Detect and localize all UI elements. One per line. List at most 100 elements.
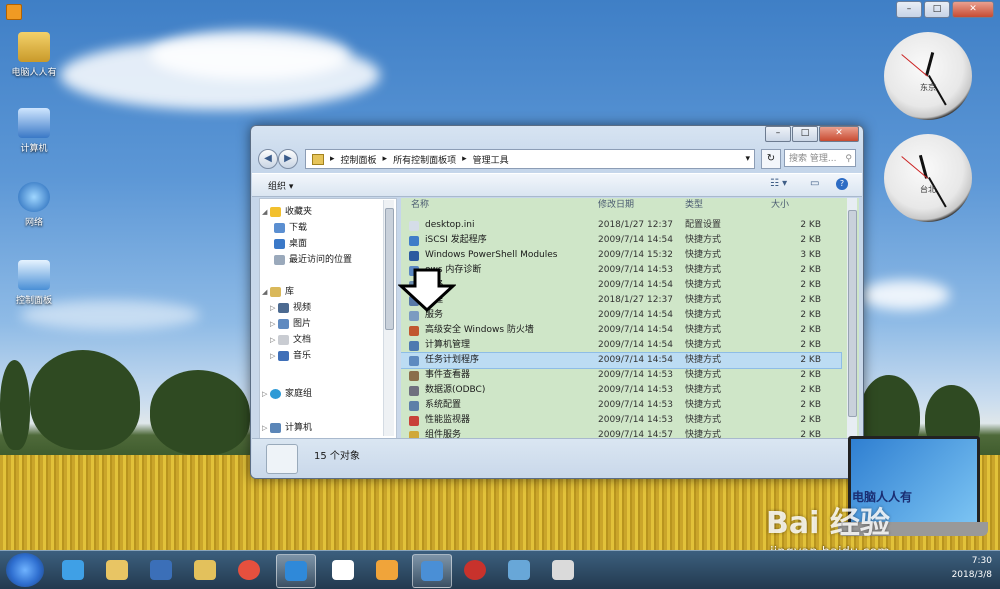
chevron-right-icon[interactable]: ▷: [270, 348, 278, 364]
remote-desktop-icon: [421, 561, 443, 581]
desktop-icon-control-panel[interactable]: 控制面板: [2, 260, 66, 306]
taskbar-button[interactable]: [54, 554, 92, 586]
desktop-icon-computer[interactable]: 计算机: [2, 108, 66, 154]
file-date: 2009/7/14 14:53: [598, 265, 673, 275]
desktop-icon-network[interactable]: 网络: [2, 182, 66, 228]
file-row[interactable]: 服务 2009/7/14 14:54 快捷方式 2 KB: [401, 308, 841, 323]
back-button[interactable]: ◀: [258, 149, 278, 169]
file-row[interactable]: 管理2018/1/27 12:37快捷方式2 KB: [401, 293, 841, 308]
file-type: 快捷方式: [685, 430, 722, 438]
scrollbar-thumb[interactable]: [385, 208, 394, 330]
taskbar-button[interactable]: [142, 554, 180, 586]
column-header-name[interactable]: 名称: [411, 198, 429, 212]
nav-item-downloads[interactable]: 下载: [274, 220, 307, 236]
organize-button[interactable]: 组织 ▾: [268, 179, 293, 192]
view-options-icon[interactable]: ☷ ▾: [770, 178, 787, 189]
file-row[interactable]: Windows PowerShell Modules 2009/7/14 15:3…: [401, 248, 841, 263]
help-icon[interactable]: ?: [836, 178, 848, 190]
chevron-right-icon[interactable]: ▷: [270, 316, 278, 332]
breadcrumb-separator: ▸: [382, 154, 388, 164]
file-type: 配置设置: [685, 220, 722, 230]
nav-item-music[interactable]: ▷ 音乐: [270, 348, 311, 364]
control-panel-icon: [18, 260, 50, 290]
taskbar-clock[interactable]: 7:30 2018/3/8: [952, 554, 992, 582]
file-icon: [409, 431, 419, 438]
chevron-right-icon[interactable]: ▷: [262, 386, 270, 402]
maximize-button[interactable]: □: [924, 1, 950, 18]
clock-gadget-tokyo[interactable]: 东京: [884, 32, 972, 120]
file-row[interactable]: 事件查看器 2009/7/14 14:53 快捷方式 2 KB: [401, 368, 841, 383]
search-input[interactable]: 搜索 管理... ⚲: [784, 149, 856, 167]
file-type: 快捷方式: [685, 355, 722, 365]
chevron-right-icon[interactable]: ▷: [270, 332, 278, 348]
minimize-button[interactable]: –: [896, 1, 922, 18]
column-header-size[interactable]: 大小: [771, 198, 789, 212]
nav-scrollbar[interactable]: [383, 200, 394, 436]
file-row[interactable]: 策略2009/7/14 14:54快捷方式2 KB: [401, 278, 841, 293]
file-icon: [409, 221, 419, 231]
chevron-down-icon[interactable]: ◢: [262, 284, 270, 300]
file-type: 快捷方式: [685, 370, 722, 380]
clock-gadget-taipei[interactable]: 台北: [884, 134, 972, 222]
file-size: 2 KB: [800, 355, 821, 365]
preview-pane-icon[interactable]: ▭: [810, 178, 819, 189]
nav-item-libraries[interactable]: ◢ 库: [262, 284, 294, 300]
file-row[interactable]: 数据源(ODBC) 2009/7/14 14:53 快捷方式 2 KB: [401, 383, 841, 398]
app-window-icon: [552, 560, 574, 580]
file-icon: [409, 251, 419, 261]
refresh-button[interactable]: ↻: [761, 149, 781, 169]
taskbar-button[interactable]: [368, 554, 406, 586]
minimize-button[interactable]: –: [765, 126, 791, 142]
chevron-down-icon[interactable]: ▾: [745, 154, 750, 164]
nav-item-pictures[interactable]: ▷ 图片: [270, 316, 311, 332]
nav-item-videos[interactable]: ▷ 视频: [270, 300, 311, 316]
chevron-down-icon[interactable]: ◢: [262, 204, 270, 220]
forward-button[interactable]: ▶: [278, 149, 298, 169]
scrollbar-thumb[interactable]: [848, 210, 857, 417]
taskbar-button[interactable]: [412, 554, 452, 588]
maximize-button[interactable]: □: [792, 126, 818, 142]
taskbar-button[interactable]: [456, 554, 494, 586]
search-icon: ⚲: [845, 154, 852, 164]
file-row[interactable]: iSCSI 发起程序 2009/7/14 14:54 快捷方式 2 KB: [401, 233, 841, 248]
chevron-right-icon[interactable]: ▷: [262, 420, 270, 436]
file-row[interactable]: ows 内存诊断 2009/7/14 14:53 快捷方式 2 KB: [401, 263, 841, 278]
column-header-date[interactable]: 修改日期: [598, 198, 634, 212]
address-bar[interactable]: ▸ 控制面板 ▸ 所有控制面板项 ▸ 管理工具 ▾: [305, 149, 755, 169]
taskbar-button[interactable]: [230, 554, 268, 586]
nav-item-recent[interactable]: 最近访问的位置: [274, 252, 352, 268]
nav-item-homegroup[interactable]: ▷ 家庭组: [262, 386, 312, 402]
nav-item-documents[interactable]: ▷ 文档: [270, 332, 311, 348]
file-row[interactable]: 组件服务 2009/7/14 14:57 快捷方式 2 KB: [401, 428, 841, 438]
taskbar-button[interactable]: [186, 554, 224, 586]
file-row[interactable]: 高级安全 Windows 防火墙 2009/7/14 14:54 快捷方式 2 KB: [401, 323, 841, 338]
file-row[interactable]: 性能监视器 2009/7/14 14:53 快捷方式 2 KB: [401, 413, 841, 428]
taskbar-button[interactable]: [544, 554, 582, 586]
file-row[interactable]: 任务计划程序 2009/7/14 14:54 快捷方式 2 KB: [401, 352, 842, 369]
start-button[interactable]: [6, 553, 44, 587]
file-date: 2009/7/14 14:53: [598, 370, 673, 380]
file-row[interactable]: 系统配置 2009/7/14 14:53 快捷方式 2 KB: [401, 398, 841, 413]
outer-window-controls: – □ ✕: [896, 1, 994, 18]
file-scrollbar[interactable]: [847, 198, 857, 438]
taskbar-button[interactable]: [276, 554, 316, 588]
file-row[interactable]: 计算机管理 2009/7/14 14:54 快捷方式 2 KB: [401, 338, 841, 353]
taskbar-button[interactable]: [324, 554, 362, 586]
taskbar-button[interactable]: [98, 554, 136, 586]
taskbar-button[interactable]: [500, 554, 538, 586]
desktop-icon-user[interactable]: 电脑人人有: [2, 32, 66, 78]
close-button[interactable]: ✕: [952, 1, 994, 18]
close-button[interactable]: ✕: [819, 126, 859, 142]
file-icon: [409, 356, 419, 366]
column-header-type[interactable]: 类型: [685, 198, 703, 212]
app-icon[interactable]: [6, 4, 22, 20]
breadcrumb-item[interactable]: 控制面板: [341, 153, 377, 166]
nav-item-computer[interactable]: ▷ 计算机: [262, 420, 312, 436]
hour-hand: [925, 52, 935, 76]
nav-item-desktop[interactable]: 桌面: [274, 236, 307, 252]
breadcrumb-item[interactable]: 管理工具: [473, 153, 509, 166]
nav-item-favorites[interactable]: ◢ 收藏夹: [262, 204, 312, 220]
breadcrumb-item[interactable]: 所有控制面板项: [393, 153, 456, 166]
chevron-right-icon[interactable]: ▷: [270, 300, 278, 316]
file-row[interactable]: desktop.ini 2018/1/27 12:37 配置设置 2 KB: [401, 218, 841, 233]
